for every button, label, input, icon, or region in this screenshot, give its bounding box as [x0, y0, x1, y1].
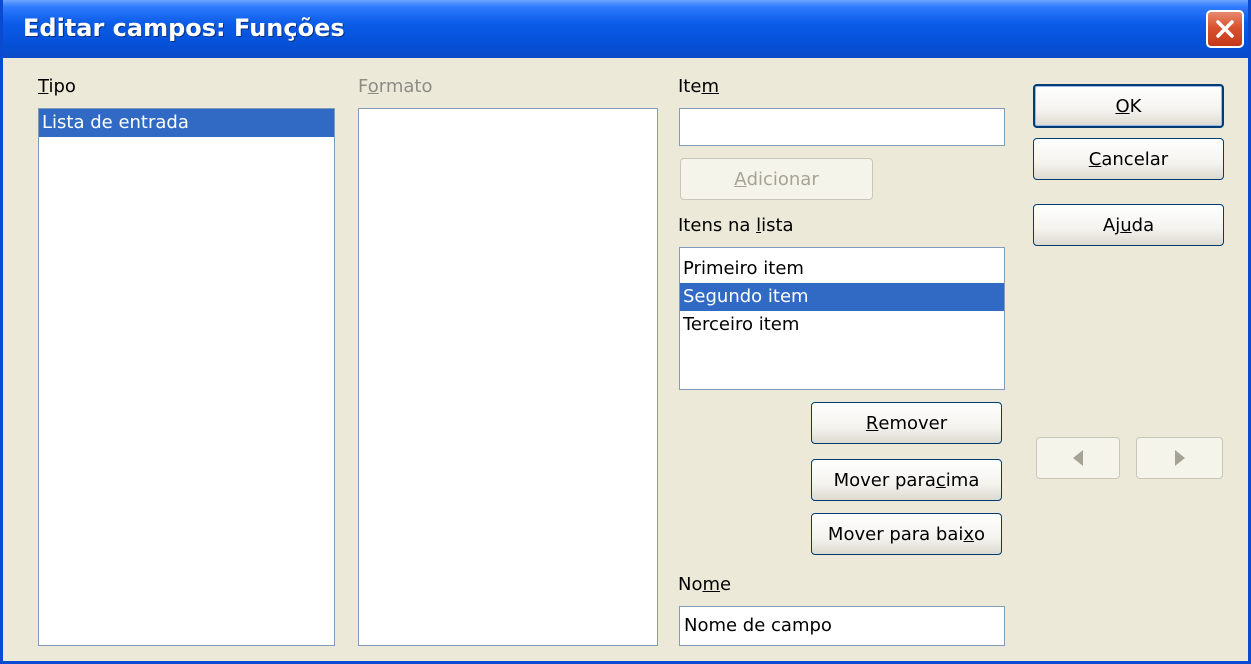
nome-label-pre: No: [678, 574, 703, 595]
remover-button[interactable]: Remover: [811, 402, 1002, 444]
formato-label: Formato: [358, 76, 432, 97]
nome-label-mnemonic: m: [702, 574, 721, 595]
item-label: Item: [678, 76, 719, 97]
itens-na-lista-label: Itens na lista: [678, 215, 794, 236]
cancelar-button[interactable]: Cancelar: [1033, 138, 1224, 180]
mover-cima-label-rest: ima: [945, 469, 980, 491]
itens-label-rest: ista: [761, 215, 794, 236]
ajuda-label-pre: Aj: [1102, 214, 1121, 236]
nome-label-rest: e: [720, 574, 732, 595]
item-input[interactable]: [679, 108, 1005, 146]
mover-baixo-label-pre: Mover para bai: [827, 523, 964, 545]
mover-cima-mnemonic: c: [935, 469, 946, 491]
ok-mnemonic: O: [1115, 95, 1130, 117]
dialog-window: Editar campos: Funções Tipo Lista de ent…: [0, 0, 1251, 664]
nome-label: Nome: [678, 574, 731, 595]
list-item-primeiro[interactable]: Primeiro item: [680, 255, 1004, 283]
mover-para-baixo-button[interactable]: Mover para bai x o: [811, 513, 1002, 555]
ajuda-label-rest: da: [1131, 214, 1155, 236]
title-bar[interactable]: Editar campos: Funções: [3, 0, 1248, 58]
adicionar-label-rest: dicionar: [746, 168, 819, 190]
ajuda-button[interactable]: Aj u da: [1033, 204, 1224, 246]
adicionar-mnemonic: A: [734, 168, 747, 190]
list-item-terceiro[interactable]: Terceiro item: [680, 311, 1004, 339]
mover-para-cima-button[interactable]: Mover para c ima: [811, 459, 1002, 501]
triangle-left-icon: [1073, 450, 1083, 466]
item-label-pre: Ite: [678, 76, 702, 97]
item-label-mnemonic: m: [701, 76, 719, 97]
ok-label-rest: K: [1129, 95, 1142, 117]
formato-label-mnemonic: o: [367, 76, 379, 97]
triangle-right-icon: [1174, 450, 1185, 466]
mover-baixo-label-rest: o: [974, 523, 986, 545]
cancelar-mnemonic: C: [1088, 148, 1102, 170]
close-button[interactable]: [1206, 10, 1244, 48]
close-icon: [1216, 20, 1234, 38]
adicionar-button[interactable]: Adicionar: [680, 158, 873, 200]
tipo-list-item[interactable]: Lista de entrada: [39, 109, 334, 137]
previous-button[interactable]: [1036, 437, 1120, 479]
formato-label-rest: rmato: [378, 76, 433, 97]
next-button[interactable]: [1136, 437, 1223, 479]
itens-listbox[interactable]: Primeiro item Segundo item Terceiro item: [679, 247, 1005, 390]
formato-listbox[interactable]: [358, 108, 658, 646]
remover-mnemonic: R: [865, 412, 879, 434]
tipo-label-mnemonic: T: [38, 76, 49, 97]
list-item-segundo[interactable]: Segundo item: [680, 283, 1004, 311]
tipo-listbox[interactable]: Lista de entrada: [38, 108, 335, 646]
mover-baixo-mnemonic: x: [963, 523, 975, 545]
mover-cima-label-pre: Mover para: [833, 469, 936, 491]
cancelar-label-rest: ancelar: [1101, 148, 1169, 170]
formato-label-pre: F: [358, 76, 368, 97]
ok-button[interactable]: OK: [1033, 84, 1224, 128]
nome-input[interactable]: Nome de campo: [679, 606, 1005, 646]
itens-label-pre: Itens na: [678, 215, 757, 236]
tipo-label-rest: ipo: [48, 76, 76, 97]
window-title: Editar campos: Funções: [23, 14, 345, 42]
tipo-label: Tipo: [38, 76, 76, 97]
ajuda-mnemonic: u: [1120, 214, 1132, 236]
remover-label-rest: emover: [878, 412, 948, 434]
